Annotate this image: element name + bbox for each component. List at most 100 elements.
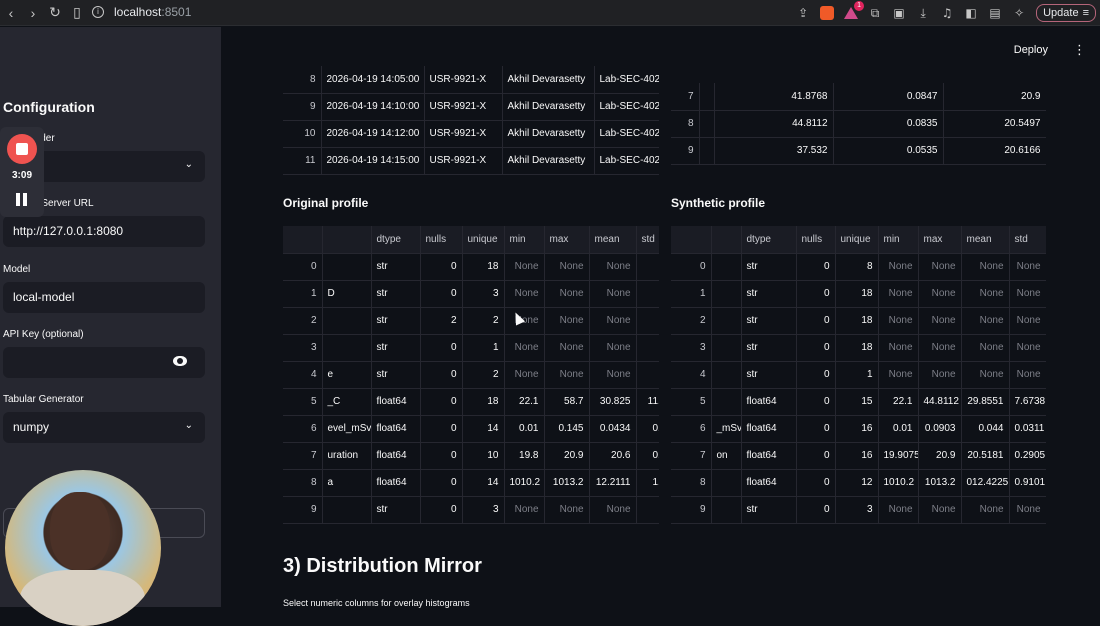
stat-cell: 8 xyxy=(835,253,879,281)
stat-cell: 12 xyxy=(835,469,879,497)
table-row[interactable]: 9 str 0 3 None None None None xyxy=(671,496,1046,524)
bookmark-icon[interactable]: ▯ xyxy=(66,4,88,21)
table-row[interactable]: 10 2026-04-19 14:12:00 USR-9921-X Akhil Dev… xyxy=(283,120,659,148)
sidebar-toggle-icon[interactable]: ◧ xyxy=(964,6,978,20)
synthetic-data-table[interactable]: 7 41.8768 0.0847 20.9 8 44.8112 0.0835 20.5497 9… xyxy=(671,83,1046,166)
value-cell: 37.532 xyxy=(714,137,834,165)
table-row[interactable]: 1Dstr03NoneNoneNoneNor xyxy=(283,280,659,308)
row-index: 7 xyxy=(671,442,712,470)
share-icon[interactable]: ⇪ xyxy=(796,6,810,20)
stat-cell: 1013.2 xyxy=(544,469,590,497)
column-name-cell: _mSv xyxy=(711,415,742,443)
table-row[interactable]: 0str018NoneNoneNoneNor xyxy=(283,253,659,281)
truncated-cell xyxy=(699,137,715,165)
table-row[interactable]: 2str22NoneNoneNoneNor xyxy=(283,307,659,335)
stat-cell: None xyxy=(1009,307,1046,335)
table-row[interactable]: 7urationfloat6401019.820.920.60.354 xyxy=(283,442,659,470)
table-row[interactable]: 9 37.532 0.0535 20.6166 xyxy=(671,137,1046,165)
deploy-button[interactable]: Deploy xyxy=(1014,44,1048,56)
stat-cell: 0.354 xyxy=(636,442,659,470)
stat-cell: Nor xyxy=(636,361,659,389)
browser-toolbar: ‹ › ↻ ▯ i localhost:8501 ⇪ 1 ⧉ ▣ ⤓ ♫ ◧ ▤… xyxy=(0,0,1100,26)
table-row[interactable]: 6 _mSv float64 0 16 0.01 0.0903 0.044 0.0311 xyxy=(671,415,1046,443)
synthetic-profile-table[interactable]: dtype nulls unique min max mean std 0 str 0 8 None… xyxy=(671,226,1046,526)
address-bar[interactable]: i localhost:8501 xyxy=(92,2,191,22)
stat-cell: 19.9075 xyxy=(878,442,919,470)
row-index: 3 xyxy=(671,334,712,362)
table-row[interactable]: 4 str 0 1 None None None None xyxy=(671,361,1046,389)
screenshot-icon[interactable]: ▣ xyxy=(892,6,906,20)
original-profile-table[interactable]: dtype nulls unique min max mean std 0 str 0 18 Non… xyxy=(283,226,659,526)
name-cell: Akhil Devarasetty xyxy=(502,66,595,94)
stat-cell: str xyxy=(371,496,421,524)
column-header: std xyxy=(636,226,659,254)
server-url-input[interactable]: http://127.0.0.1:8080 xyxy=(3,216,205,247)
forward-icon[interactable]: › xyxy=(22,5,44,21)
brave-shield-icon[interactable] xyxy=(820,6,835,20)
notification-badge: 1 xyxy=(854,1,865,11)
stat-cell: Nor xyxy=(636,253,659,281)
column-name-cell xyxy=(711,496,742,524)
download-icon[interactable]: ⤓ xyxy=(916,6,930,20)
site-info-icon[interactable]: i xyxy=(92,6,104,18)
table-row[interactable]: 2 str 0 18 None None None None xyxy=(671,307,1046,335)
stat-cell: 0 xyxy=(796,469,836,497)
timestamp-cell: 2026-04-19 14:05:00 xyxy=(321,66,425,94)
table-row[interactable]: 8 44.8112 0.0835 20.5497 xyxy=(671,110,1046,138)
stat-cell: None xyxy=(544,307,590,335)
brave-rewards-icon[interactable]: 1 xyxy=(844,1,865,19)
main-content: Deploy ⋮ 8 2026-04-19 14:05:00 USR-9921-X A… xyxy=(221,27,1100,608)
stat-cell: None xyxy=(878,334,919,362)
original-data-table[interactable]: 8 2026-04-19 14:05:00 USR-9921-X Akhil Deva… xyxy=(283,66,659,176)
stat-cell: None xyxy=(504,334,545,362)
stat-cell: str xyxy=(741,253,797,281)
stat-cell: 0.9101 xyxy=(1009,469,1046,497)
row-index: 3 xyxy=(283,334,323,362)
webcam-shirt xyxy=(20,570,145,626)
table-row[interactable]: 5_Cfloat6401822.158.730.82511.543 xyxy=(283,388,659,416)
row-index: 2 xyxy=(283,307,323,335)
table-row[interactable]: 7 41.8768 0.0847 20.9 xyxy=(671,83,1046,111)
model-input[interactable]: local-model xyxy=(3,282,205,313)
table-row[interactable]: 9 2026-04-19 14:10:00 USR-9921-X Akhil Deva… xyxy=(283,93,659,121)
pause-icon[interactable] xyxy=(16,193,28,206)
stat-cell: 22.1 xyxy=(504,388,545,416)
table-row[interactable]: 8 2026-04-19 14:05:00 USR-9921-X Akhil Deva… xyxy=(283,66,659,94)
chevron-down-icon: ⌄ xyxy=(184,420,193,431)
table-row[interactable]: 5 float64 0 15 22.1 44.8112 29.8551 7.6738 xyxy=(671,388,1046,416)
table-row[interactable]: 11 2026-04-19 14:15:00 USR-9921-X Akhil Dev… xyxy=(283,147,659,175)
table-row[interactable]: 0 str 0 8 None None None None xyxy=(671,253,1046,281)
eye-icon[interactable] xyxy=(173,356,187,366)
webcam-person xyxy=(50,492,110,570)
stat-cell: None xyxy=(544,334,590,362)
table-row[interactable]: 1 str 0 18 None None None None xyxy=(671,280,1046,308)
column-name-cell xyxy=(322,307,372,335)
extensions-icon[interactable]: ⧉ xyxy=(868,6,882,20)
lab-cell: Lab-SEC-402 xyxy=(594,66,659,94)
table-row[interactable]: 3 str 0 18 None None None None xyxy=(671,334,1046,362)
stat-cell: None xyxy=(878,496,919,524)
table-row[interactable]: 3str01NoneNoneNoneNor xyxy=(283,334,659,362)
stop-record-icon[interactable] xyxy=(7,134,37,164)
leo-ai-icon[interactable]: ✧ xyxy=(1012,6,1026,20)
wallet-icon[interactable]: ▤ xyxy=(988,6,1002,20)
table-row[interactable]: 8 float64 0 12 1010.2 1013.2 012.4225 0.9101 xyxy=(671,469,1046,497)
column-name-cell xyxy=(322,334,372,362)
table-row[interactable]: 7 on float64 0 16 19.9075 20.9 20.5181 0.2905 xyxy=(671,442,1046,470)
back-icon[interactable]: ‹ xyxy=(0,5,22,21)
column-header: mean xyxy=(589,226,637,254)
table-row[interactable]: 8afloat640141010.21013.212.21111.015 xyxy=(283,469,659,497)
stat-cell: 44.8112 xyxy=(918,388,962,416)
column-name-cell xyxy=(711,334,742,362)
api-key-input[interactable] xyxy=(3,347,205,378)
reload-icon[interactable]: ↻ xyxy=(44,4,66,21)
stat-cell: Nor xyxy=(636,307,659,335)
more-options-icon[interactable]: ⋮ xyxy=(1073,43,1086,58)
update-button[interactable]: Update ≡ xyxy=(1036,4,1096,22)
generator-select[interactable]: numpy ⌄ xyxy=(3,412,205,443)
table-row[interactable]: 9str03NoneNoneNoneNor xyxy=(283,496,659,524)
table-row[interactable]: 4estr02NoneNoneNoneNor xyxy=(283,361,659,389)
music-icon[interactable]: ♫ xyxy=(940,6,954,20)
column-name-cell: on xyxy=(711,442,742,470)
table-row[interactable]: 6evel_mSvfloat640140.010.1450.04340.044 xyxy=(283,415,659,443)
